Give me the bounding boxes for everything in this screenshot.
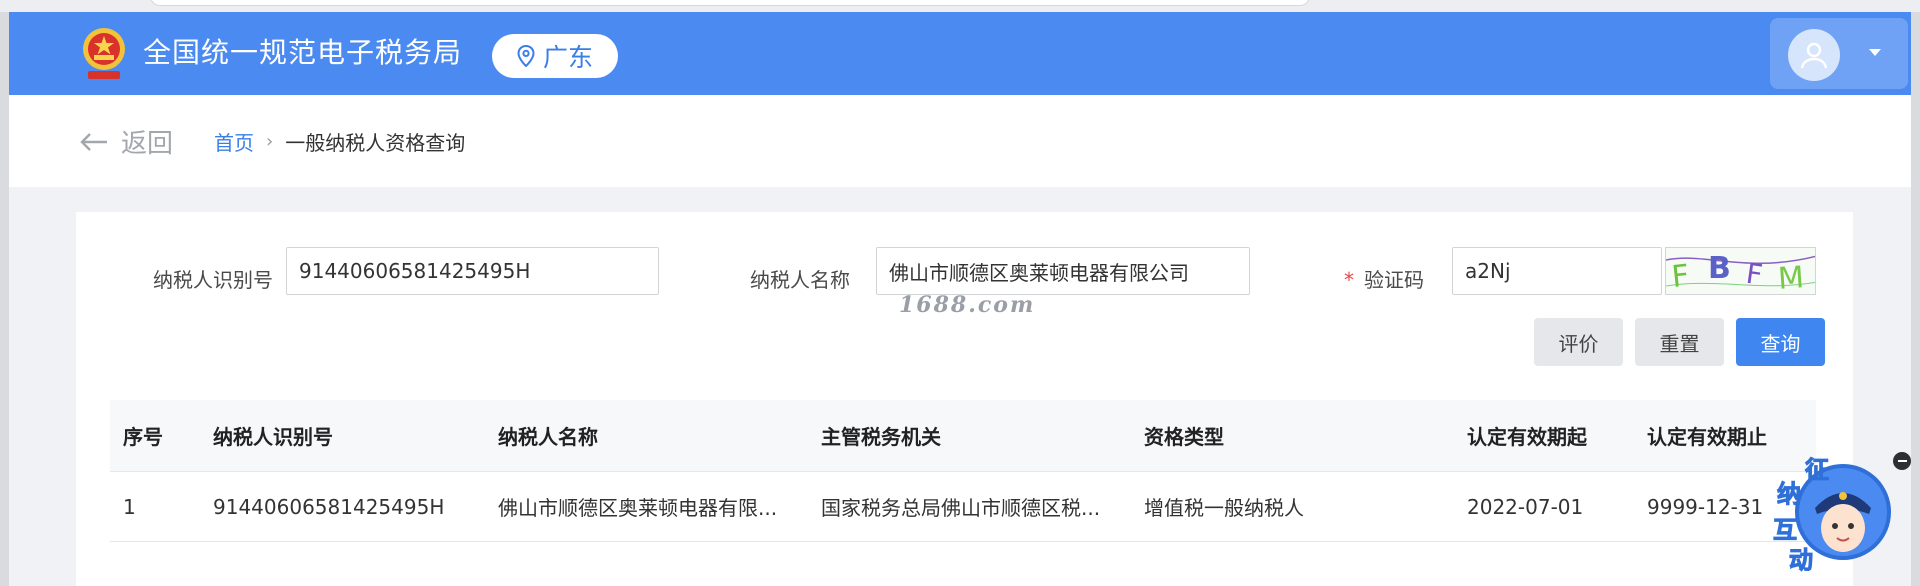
taxpayer-name-input[interactable]: 佛山市顺德区奥莱顿电器有限公司: [876, 247, 1250, 295]
user-menu[interactable]: [1770, 18, 1908, 89]
column-header: 纳税人名称: [498, 425, 598, 449]
captcha-image[interactable]: F B F M: [1665, 247, 1816, 295]
column-header: 纳税人识别号: [213, 425, 333, 449]
widget-char: 动: [1789, 546, 1813, 574]
top-header: 全国统一规范电子税务局 广东: [9, 12, 1911, 95]
browser-chrome: [0, 0, 1920, 12]
captcha-graphic: F B F M: [1666, 251, 1815, 295]
close-widget-icon[interactable]: [1893, 452, 1911, 470]
captcha-input[interactable]: a2Nj: [1452, 247, 1662, 295]
captcha-char: F: [1670, 258, 1691, 295]
query-button[interactable]: 查询: [1736, 318, 1825, 366]
column-header: 序号: [123, 425, 163, 449]
page: 全国统一规范电子税务局 广东 返回 首页 › 一般纳税人资格查询 纳税人识别号 …: [9, 12, 1911, 586]
widget-char: 纳: [1777, 480, 1801, 508]
captcha-label: * 验证码: [1344, 268, 1424, 292]
column-header: 认定有效期止: [1647, 425, 1767, 449]
site-title: 全国统一规范电子税务局: [143, 36, 463, 69]
taxpayer-name-label: 纳税人名称: [750, 268, 850, 292]
address-bar[interactable]: [150, 0, 1310, 6]
widget-char: 互: [1773, 516, 1797, 544]
watermark: 1688.com: [899, 292, 1036, 318]
tax-emblem-icon: [83, 28, 125, 79]
breadcrumb-separator: ›: [266, 131, 274, 152]
result-table: 序号 纳税人识别号 纳税人名称 主管税务机关 资格类型 认定有效期起 认定有效期…: [110, 400, 1816, 542]
captcha-char: B: [1708, 251, 1731, 286]
user-icon: [1800, 42, 1828, 69]
query-card: 纳税人识别号 91440606581425495H 纳税人名称 佛山市顺德区奥莱…: [76, 212, 1853, 586]
breadcrumb-home-link[interactable]: 首页: [214, 127, 254, 156]
location-pin-icon: [517, 45, 535, 67]
table-header-row: 序号 纳税人识别号 纳税人名称 主管税务机关 资格类型 认定有效期起 认定有效期…: [110, 400, 1816, 472]
column-header: 资格类型: [1144, 425, 1224, 449]
table-cell: 佛山市顺德区奥莱顿电器有限...: [498, 496, 778, 520]
tax-interaction-widget[interactable]: 征 纳 互 动: [1771, 448, 1897, 575]
column-header: 认定有效期起: [1467, 425, 1587, 449]
table-cell: 增值税一般纳税人: [1144, 496, 1304, 520]
widget-char: 征: [1805, 456, 1829, 484]
arrow-left-icon: [80, 132, 107, 151]
breadcrumb-current: 一般纳税人资格查询: [285, 131, 466, 155]
table-cell: 国家税务总局佛山市顺德区税...: [821, 496, 1101, 520]
breadcrumb-bar: 返回 首页 › 一般纳税人资格查询: [9, 95, 1911, 187]
tax-officer-mascot-icon: 征 纳 互 动: [1773, 456, 1891, 575]
evaluate-button[interactable]: 评价: [1534, 318, 1623, 366]
captcha-char: F: [1744, 257, 1765, 292]
table-cell: 1: [123, 494, 136, 519]
chevron-down-icon: [1869, 49, 1881, 56]
table-row[interactable]: 1 91440606581425495H 佛山市顺德区奥莱顿电器有限... 国家…: [110, 472, 1816, 542]
taxpayer-id-input[interactable]: 91440606581425495H: [286, 247, 659, 295]
required-mark: *: [1344, 268, 1354, 292]
table-cell: 9999-12-31: [1647, 494, 1764, 519]
reset-button[interactable]: 重置: [1635, 318, 1724, 366]
captcha-char: M: [1777, 260, 1805, 295]
table-cell: 2022-07-01: [1467, 494, 1584, 519]
region-selector[interactable]: 广东: [492, 34, 618, 78]
avatar: [1788, 29, 1840, 81]
back-label: 返回: [121, 129, 174, 159]
back-button[interactable]: 返回: [79, 123, 173, 160]
table-cell: 91440606581425495H: [213, 494, 445, 519]
breadcrumb: 首页 › 一般纳税人资格查询: [214, 127, 465, 156]
taxpayer-id-label: 纳税人识别号: [153, 268, 273, 292]
column-header: 主管税务机关: [821, 425, 941, 449]
region-label: 广东: [542, 43, 593, 72]
